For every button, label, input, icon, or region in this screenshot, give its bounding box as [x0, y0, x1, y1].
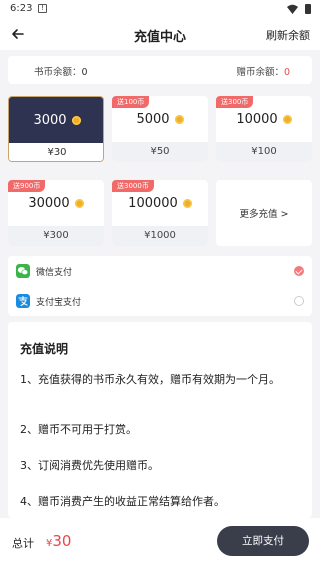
total-amount-value: 30 [52, 532, 72, 550]
package-card-5000[interactable]: 5000 ¥50 送100币 [112, 96, 208, 162]
package-amount: 10000 [236, 111, 278, 127]
payment-option-alipay[interactable]: 支付宝支付 [8, 286, 312, 316]
notes-item: 1、充值获得的书币永久有效，赠币有效期为一个月。 [20, 373, 280, 386]
notes-title: 充值说明 [20, 342, 69, 356]
total-amount: ¥30 [46, 532, 71, 550]
radio-selected[interactable] [294, 266, 304, 276]
status-bar: 6:23 ! [0, 0, 320, 18]
more-recharge-button[interactable]: 更多充值 > [216, 180, 312, 246]
gift-balance: 赠币余额：0 [236, 64, 290, 78]
package-card-30000[interactable]: 30000 ¥300 送900币 [8, 180, 104, 246]
total-label: 总计 [12, 537, 34, 550]
gift-balance-label: 赠币余额： [236, 67, 284, 78]
coin-icon [182, 198, 192, 208]
coin-icon [74, 198, 84, 208]
package-price: ¥300 [8, 226, 104, 246]
package-card-3000[interactable]: 3000 ¥30 [8, 96, 104, 162]
bonus-badge: 送300币 [216, 96, 254, 108]
payment-label: 支付宝支付 [36, 298, 82, 308]
notes-item: 4、赠币消费产生的收益正常结算给作者。 [20, 495, 225, 508]
gift-balance-value: 0 [283, 67, 290, 78]
notes-item: 3、订阅消费优先使用赠币。 [20, 459, 159, 472]
battery-icon [305, 4, 311, 14]
payment-methods: 微信支付 支付宝支付 [8, 256, 312, 316]
package-amount-area: 3000 [9, 97, 103, 143]
package-price: ¥50 [112, 142, 208, 162]
package-amount: 100000 [128, 195, 178, 211]
payment-option-wechat[interactable]: 微信支付 [8, 256, 312, 286]
package-amount: 30000 [28, 195, 70, 211]
coin-icon [174, 114, 184, 124]
notification-icon: ! [38, 4, 47, 13]
coin-balance-label: 书币余额： [34, 67, 82, 78]
bonus-badge: 送100币 [112, 96, 150, 108]
package-card-100000[interactable]: 100000 ¥1000 送3000币 [112, 180, 208, 246]
notes-item: 2、赠币不可用于打赏。 [20, 423, 137, 436]
radio-unselected[interactable] [294, 296, 304, 306]
status-time: 6:23 [10, 3, 33, 14]
refresh-balance-button[interactable]: 刷新余额 [266, 27, 310, 43]
pay-now-button[interactable]: 立即支付 [217, 526, 309, 556]
bonus-badge: 送900币 [8, 180, 46, 192]
recharge-notes: 充值说明 1、充值获得的书币永久有效，赠币有效期为一个月。 2、赠币不可用于打赏… [8, 322, 312, 518]
package-amount: 5000 [136, 111, 170, 127]
balance-bar: 书币余额：0 赠币余额：0 [8, 56, 312, 84]
package-price: ¥30 [9, 143, 103, 161]
alipay-icon [16, 294, 30, 308]
checkout-bar: 总计 ¥30 立即支付 [0, 518, 320, 568]
package-card-10000[interactable]: 10000 ¥100 送300币 [216, 96, 312, 162]
wifi-icon [287, 4, 298, 14]
coin-balance: 书币余额：0 [34, 64, 88, 78]
bonus-badge: 送3000币 [112, 180, 154, 192]
payment-label: 微信支付 [36, 268, 73, 278]
package-price: ¥1000 [112, 226, 208, 246]
coin-icon [282, 114, 292, 124]
wechat-icon [16, 264, 30, 278]
coin-balance-value: 0 [81, 67, 88, 78]
package-amount: 3000 [33, 112, 67, 128]
package-price: ¥100 [216, 142, 312, 162]
coin-icon [71, 115, 81, 125]
header-bar: 充值中心 刷新余额 [0, 18, 320, 50]
